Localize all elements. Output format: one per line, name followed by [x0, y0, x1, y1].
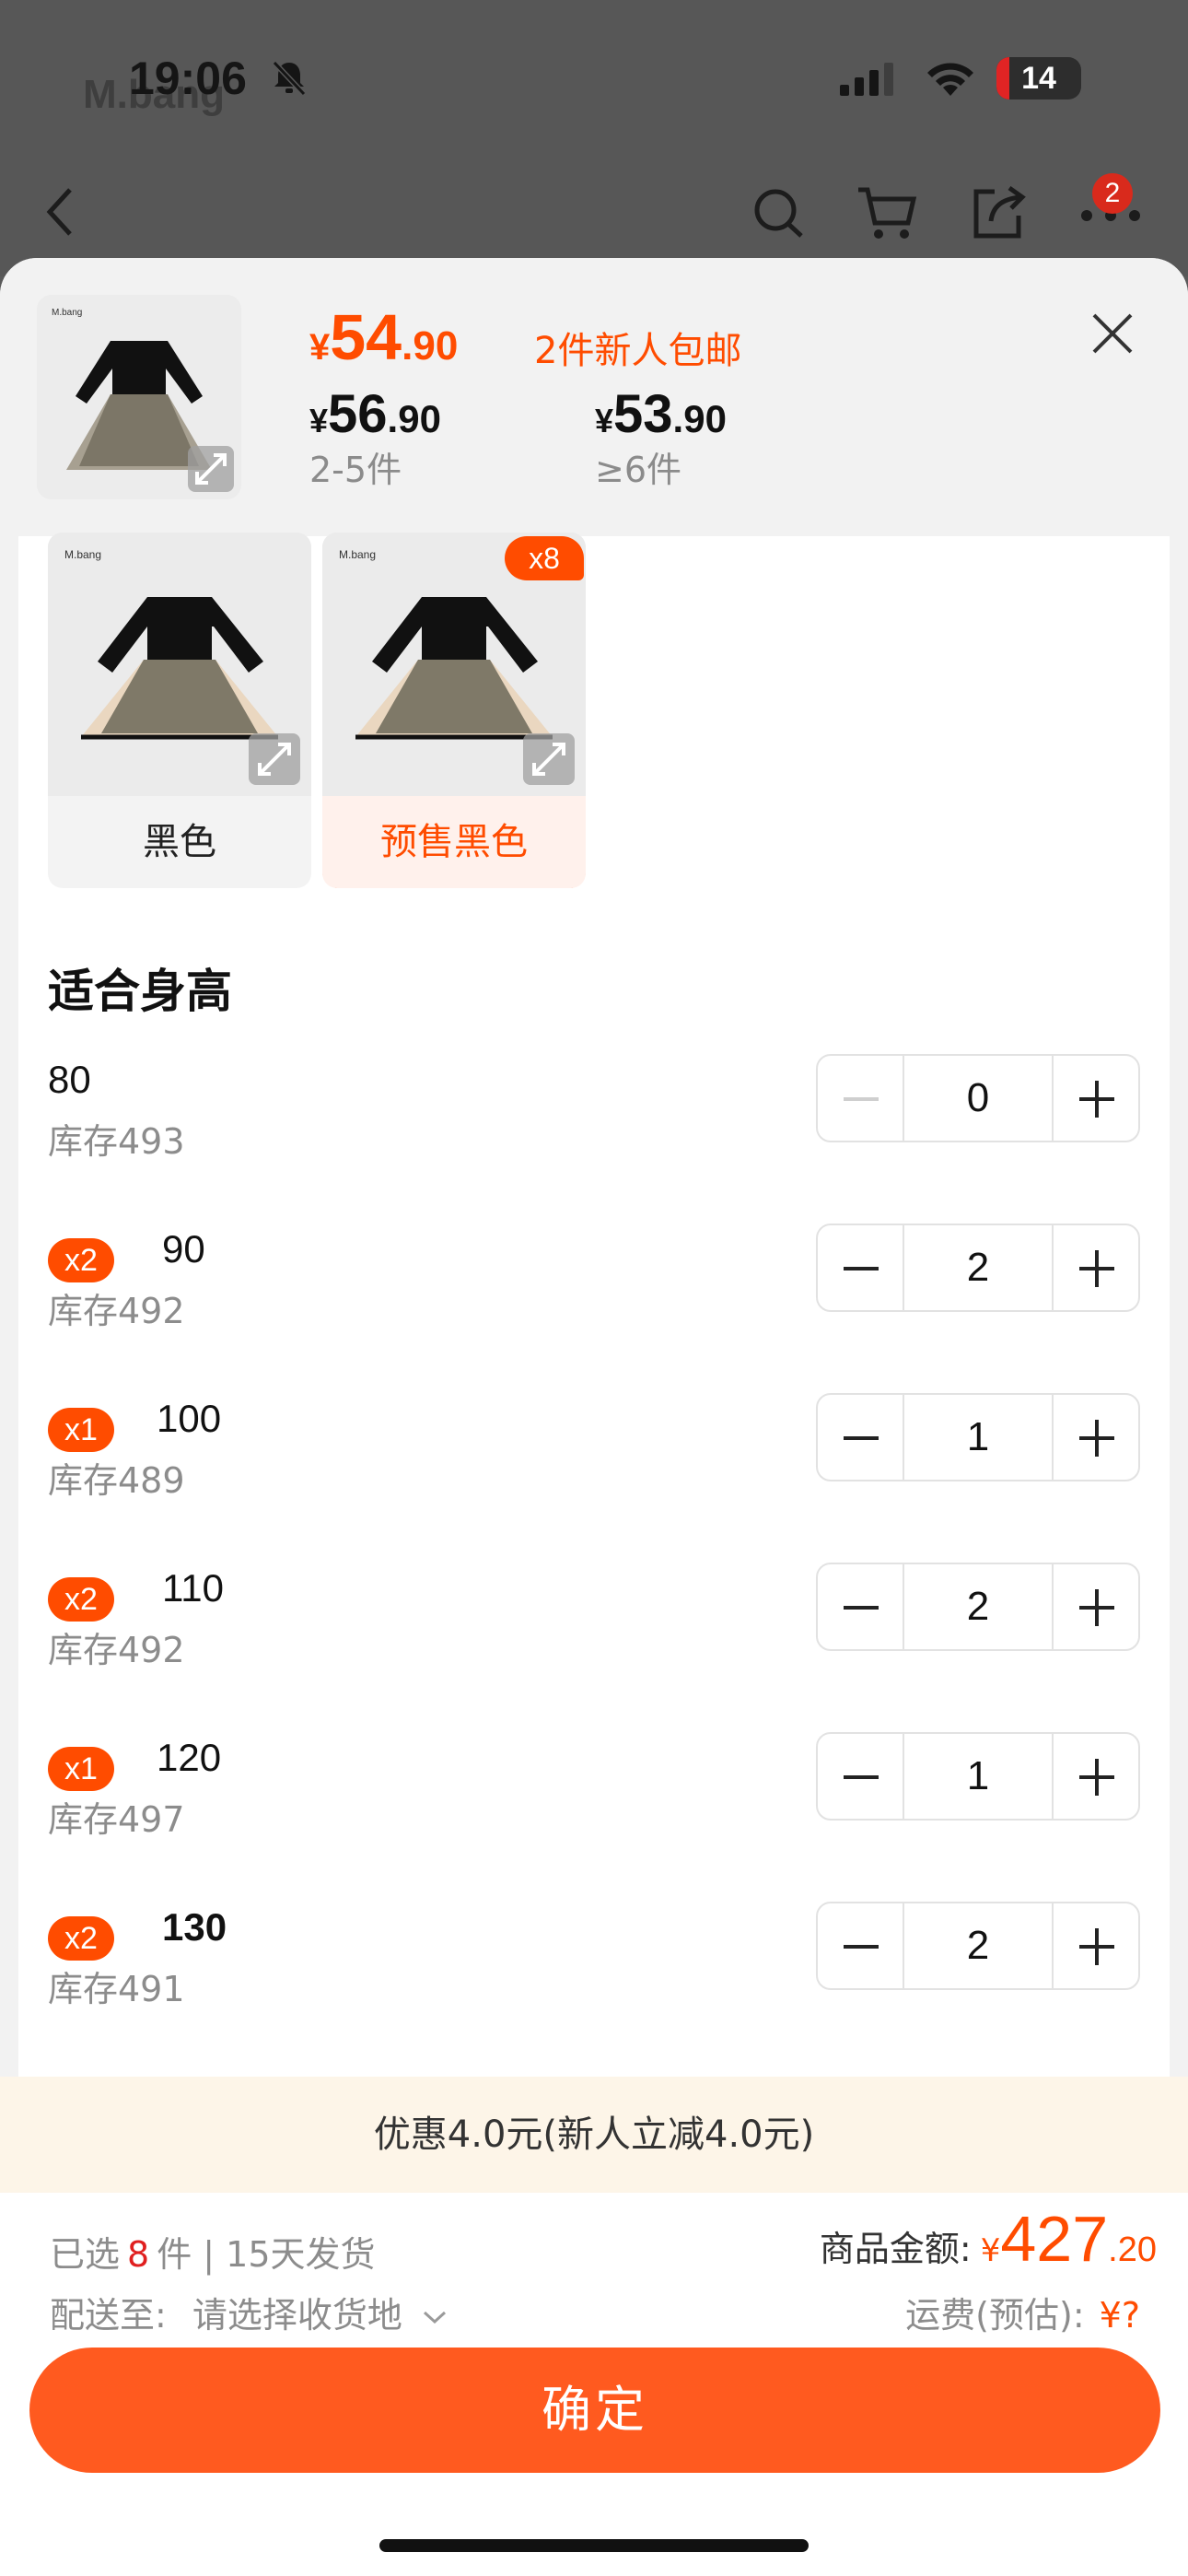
selected-summary: 已选 8 件 | 15天发货 — [50, 2234, 376, 2275]
decrement-button[interactable] — [818, 1903, 904, 1988]
size-row: x2 90 库存492 2 — [0, 1212, 1188, 1351]
variant-label: 预售黑色 — [322, 796, 586, 888]
quantity-value[interactable]: 1 — [904, 1395, 1052, 1480]
ship-to-value[interactable]: 请选择收货地 — [192, 2295, 402, 2336]
goods-amount: 商品金额: ¥427.20 — [819, 2203, 1157, 2275]
background-page: M.bang 19:06 14 2 — [0, 0, 1188, 276]
sheet-header: M.bang ¥54.90 2件新人包邮 ¥56.90 2-5件 ¥53.90 … — [0, 258, 1188, 534]
tier-price-1: ¥56.90 2-5件 — [309, 384, 441, 490]
quantity-value[interactable]: 1 — [904, 1734, 1052, 1819]
expand-icon[interactable] — [249, 733, 300, 785]
size-value: 110 — [162, 1566, 224, 1610]
size-row: x1 120 库存497 1 — [0, 1721, 1188, 1859]
stock-text: 库存491 — [48, 1969, 185, 2009]
chevron-down-icon[interactable] — [419, 2307, 450, 2329]
sku-sheet: M.bang ¥54.90 2件新人包邮 ¥56.90 2-5件 ¥53.90 … — [0, 258, 1188, 2576]
quantity-stepper: 2 — [816, 1224, 1140, 1312]
quantity-value[interactable]: 2 — [904, 1564, 1052, 1649]
selected-count-tag: x1 — [48, 1747, 114, 1791]
quantity-value[interactable]: 2 — [904, 1225, 1052, 1310]
expand-icon[interactable] — [523, 733, 575, 785]
status-time: 19:06 — [129, 53, 247, 104]
quantity-value[interactable]: 2 — [904, 1903, 1052, 1988]
promo-note: 2件新人包邮 — [534, 330, 742, 372]
variant-label: 黑色 — [48, 796, 311, 888]
size-value: 80 — [48, 1058, 91, 1101]
quantity-stepper: 2 — [816, 1902, 1140, 1990]
confirm-button[interactable]: 确定 — [29, 2348, 1160, 2473]
decrement-button[interactable] — [818, 1395, 904, 1480]
size-value: 120 — [157, 1736, 222, 1779]
size-row: x2 110 库存492 2 — [0, 1551, 1188, 1690]
selected-count-tag: x1 — [48, 1408, 114, 1452]
wifi-icon — [927, 63, 973, 96]
stock-text: 库存497 — [48, 1799, 185, 1840]
ship-to-label: 配送至: — [50, 2295, 167, 2336]
search-icon[interactable] — [751, 182, 807, 241]
tier-price-2: ¥53.90 ≥6件 — [595, 384, 727, 490]
decrement-button[interactable] — [818, 1225, 904, 1310]
selected-count-tag: x2 — [48, 1916, 114, 1961]
size-value: 90 — [162, 1227, 205, 1270]
stock-text: 库存492 — [48, 1291, 185, 1331]
back-arrow-icon[interactable] — [41, 182, 81, 241]
size-section-title: 适合身高 — [48, 965, 232, 1018]
battery-indicator: 14 — [996, 57, 1081, 100]
decrement-button[interactable] — [818, 1734, 904, 1819]
increment-button[interactable] — [1052, 1056, 1138, 1141]
stock-text: 库存492 — [48, 1630, 185, 1670]
size-value: 130 — [162, 1905, 227, 1949]
cart-icon[interactable] — [855, 182, 919, 241]
decrement-button[interactable] — [818, 1564, 904, 1649]
size-value: 100 — [157, 1397, 222, 1440]
message-badge: 2 — [1092, 173, 1133, 214]
selected-count-tag: x2 — [48, 1238, 114, 1282]
svg-text:M.bang: M.bang — [339, 548, 376, 561]
svg-text:M.bang: M.bang — [64, 548, 101, 561]
selected-count-tag: x2 — [48, 1577, 114, 1622]
variant-presale-black[interactable]: M.bang 预售黑色 — [322, 533, 586, 888]
quantity-value[interactable]: 0 — [904, 1056, 1052, 1141]
increment-button[interactable] — [1052, 1395, 1138, 1480]
quantity-stepper: 0 — [816, 1054, 1140, 1142]
variant-count-badge: x8 — [505, 536, 584, 580]
increment-button[interactable] — [1052, 1734, 1138, 1819]
close-icon[interactable] — [1085, 306, 1140, 361]
increment-button[interactable] — [1052, 1903, 1138, 1988]
size-row: x1 100 库存489 1 — [0, 1382, 1188, 1520]
share-icon[interactable] — [967, 182, 1028, 241]
increment-button[interactable] — [1052, 1564, 1138, 1649]
size-row: 80 库存493 0 — [0, 1043, 1188, 1181]
quantity-stepper: 1 — [816, 1393, 1140, 1481]
decrement-button[interactable] — [818, 1056, 904, 1141]
freight-estimate: 运费(预估): ¥? — [905, 2295, 1140, 2336]
current-price: ¥54.90 — [309, 301, 459, 373]
quantity-stepper: 2 — [816, 1563, 1140, 1651]
variant-black[interactable]: M.bang 黑色 — [48, 533, 311, 888]
expand-icon[interactable] — [188, 446, 234, 492]
status-bar: M.bang 19:06 14 — [0, 0, 1188, 147]
variant-image: M.bang — [48, 533, 311, 796]
muted-bell-icon — [272, 60, 307, 97]
svg-text:M.bang: M.bang — [52, 308, 82, 318]
ship-to[interactable]: 配送至: 请选择收货地 — [50, 2287, 450, 2337]
size-row: x2 130 库存491 2 — [0, 1891, 1188, 2029]
stock-text: 库存493 — [48, 1121, 185, 1162]
stock-text: 库存489 — [48, 1460, 185, 1501]
product-thumbnail[interactable]: M.bang — [37, 295, 241, 499]
increment-button[interactable] — [1052, 1225, 1138, 1310]
discount-banner: 优惠4.0元(新人立减4.0元) — [0, 2077, 1188, 2193]
signal-icon — [840, 63, 893, 96]
quantity-stepper: 1 — [816, 1732, 1140, 1821]
home-indicator — [379, 2539, 809, 2552]
